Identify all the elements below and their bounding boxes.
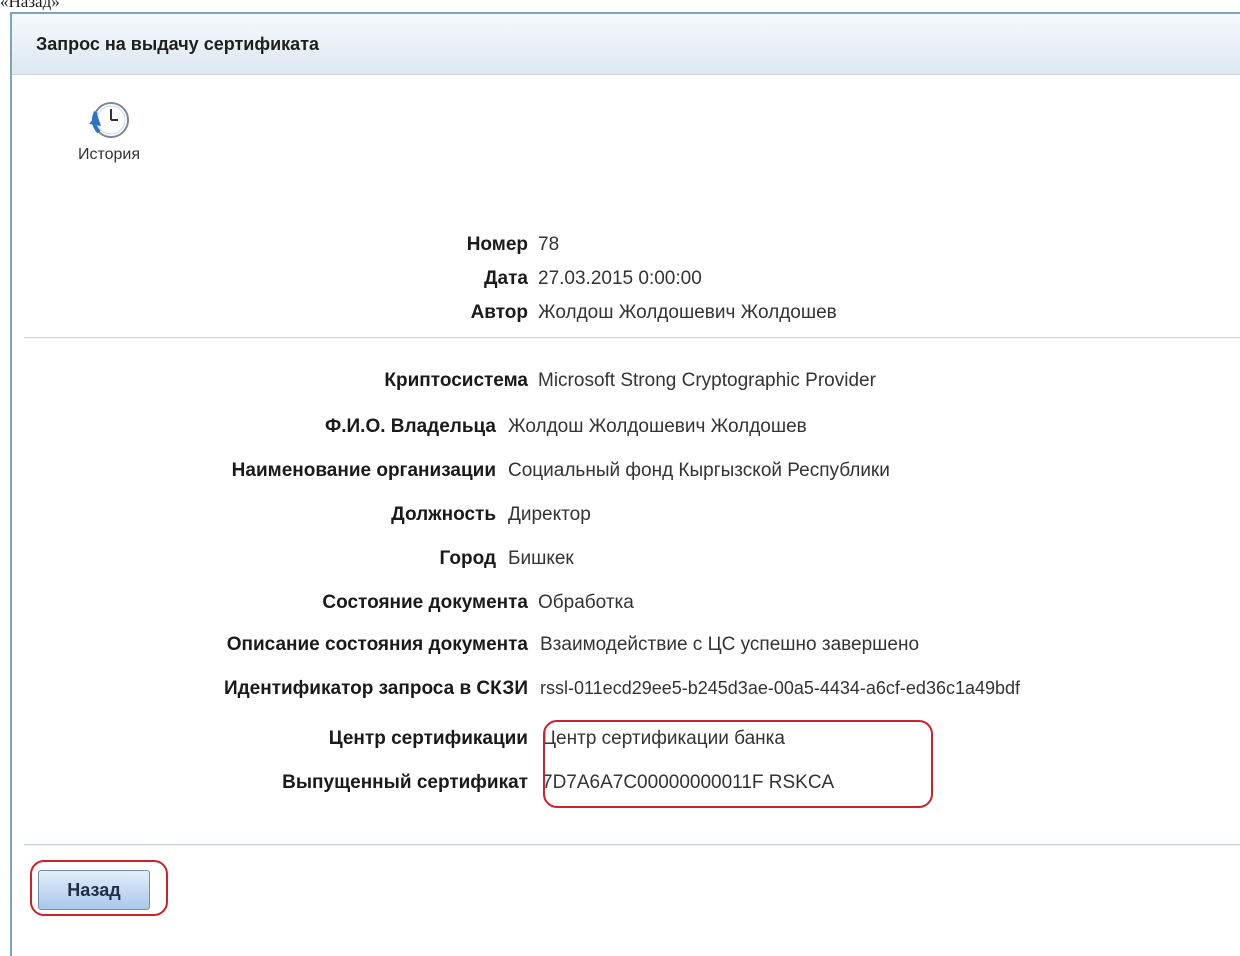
certificate-highlight: [543, 720, 933, 808]
certificate-request-panel: Запрос на выдачу сертификата История Ном…: [10, 12, 1240, 956]
back-button[interactable]: Назад: [38, 870, 150, 910]
top-cut-text: «Назад»: [0, 0, 60, 11]
meta-value: Жолдош Жолдошевич Жолдошев: [538, 302, 837, 323]
meta-value: 78: [538, 234, 560, 255]
meta-value: 27.03.2015 0:00:00: [538, 268, 702, 289]
field-label: Ф.И.О. Владельца: [325, 416, 496, 437]
field-value: Директор: [508, 504, 591, 525]
field-label: Центр сертификации: [328, 728, 528, 749]
history-label: История: [77, 146, 141, 163]
field-label: Криптосистема: [384, 370, 528, 391]
field-label: Город: [439, 548, 496, 569]
field-value: Обработка: [538, 592, 634, 613]
divider: [24, 337, 1240, 338]
history-clock-icon: [64, 98, 154, 142]
field-value: Жолдош Жолдошевич Жолдошев: [508, 416, 807, 437]
field-label: Наименование организации: [231, 460, 496, 481]
divider: [24, 844, 1240, 845]
field-value: Microsoft Strong Cryptographic Provider: [538, 370, 876, 391]
meta-label: Номер: [466, 234, 528, 255]
field-label: Идентификатор запроса в СКЗИ: [223, 678, 528, 699]
meta-label: Дата: [484, 268, 528, 289]
field-label: Описание состояния документа: [226, 634, 528, 655]
field-label: Состояние документа: [322, 592, 528, 613]
meta-label: Автор: [470, 302, 528, 323]
page-title: Запрос на выдачу сертификата: [36, 33, 320, 54]
field-label: Должность: [391, 504, 496, 525]
field-label: Выпущенный сертификат: [282, 772, 528, 793]
history-button[interactable]: История: [64, 98, 154, 164]
field-value: Социальный фонд Кыргызской Республики: [508, 460, 890, 481]
field-value: Взаимодействие с ЦС успешно завершено: [540, 634, 920, 655]
field-value: Бишкек: [508, 548, 574, 569]
panel-header: Запрос на выдачу сертификата: [12, 14, 1240, 75]
field-value: rssl-011ecd29ee5-b245d3ae-00a5-4434-a6cf…: [540, 678, 1021, 698]
